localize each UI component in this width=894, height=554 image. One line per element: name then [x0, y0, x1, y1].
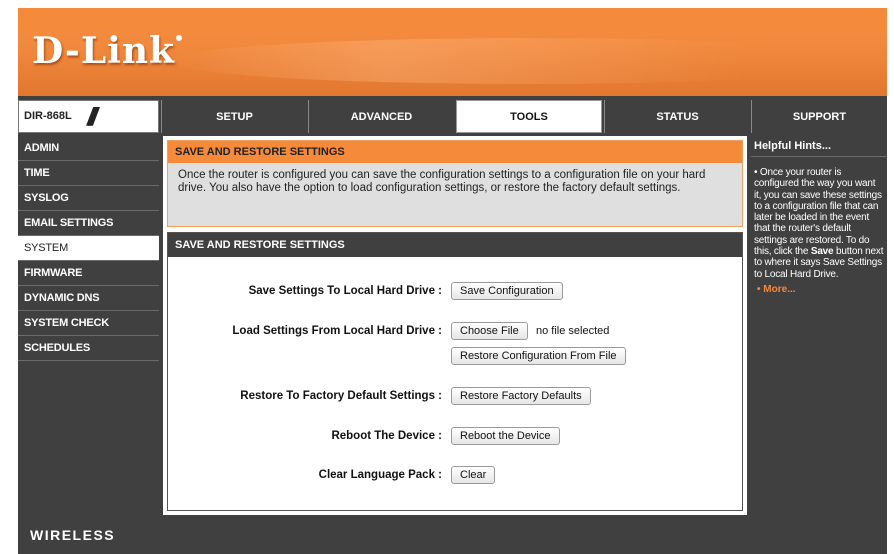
logo-dot — [175, 35, 182, 41]
hints-title: Helpful Hints... — [751, 136, 887, 157]
save-configuration-button[interactable]: Save Configuration — [451, 282, 563, 300]
tab-status[interactable]: STATUS — [604, 100, 750, 133]
sidebar-item-dynamic-dns[interactable]: DYNAMIC DNS — [18, 286, 159, 311]
info-panel: SAVE AND RESTORE SETTINGS Once the route… — [167, 140, 743, 227]
top-navigation: DIR-868L /// SETUP ADVANCED TOOLS STATUS… — [18, 100, 887, 133]
hints-more-link[interactable]: • More... — [751, 280, 887, 295]
more-bullet: • — [757, 283, 761, 295]
settings-panel: SAVE AND RESTORE SETTINGS Save Settings … — [167, 232, 743, 511]
footer: WIRELESS — [18, 517, 887, 554]
hints-save-word: Save — [810, 246, 834, 258]
file-status-text: no file selected — [536, 325, 610, 337]
more-label: More... — [763, 283, 796, 295]
reboot-label: Reboot The Device : — [331, 430, 442, 442]
tab-support[interactable]: SUPPORT — [751, 100, 887, 133]
load-settings-label: Load Settings From Local Hard Drive : — [232, 325, 442, 337]
header-banner: D-Link — [18, 8, 887, 96]
logo-text: D-Link — [32, 30, 175, 72]
slash-graphic: /// — [87, 103, 98, 131]
clear-language-pack-button[interactable]: Clear — [451, 466, 496, 484]
tab-setup[interactable]: SETUP — [161, 100, 307, 133]
tab-tools[interactable]: TOOLS — [456, 100, 602, 133]
clear-language-label: Clear Language Pack : — [318, 469, 442, 481]
wireless-brand: WIRELESS — [30, 527, 116, 543]
hints-text-before: Once your router is configured the way y… — [754, 167, 882, 258]
sidebar: ADMIN TIME SYSLOG EMAIL SETTINGS SYSTEM … — [18, 136, 159, 515]
info-description: Once the router is configured you can sa… — [178, 169, 706, 194]
sidebar-item-time[interactable]: TIME — [18, 161, 159, 186]
sidebar-item-email-settings[interactable]: EMAIL SETTINGS — [18, 211, 159, 236]
settings-title: SAVE AND RESTORE SETTINGS — [168, 233, 742, 257]
dlink-logo: D-Link — [32, 30, 182, 72]
choose-file-button[interactable]: Choose File — [451, 322, 528, 340]
sidebar-item-system[interactable]: SYSTEM — [18, 236, 159, 261]
restore-configuration-button[interactable]: Restore Configuration From File — [451, 347, 626, 365]
sidebar-item-system-check[interactable]: SYSTEM CHECK — [18, 311, 159, 336]
sidebar-item-firmware[interactable]: FIRMWARE — [18, 261, 159, 286]
factory-default-label: Restore To Factory Default Settings : — [240, 390, 442, 402]
sidebar-item-schedules[interactable]: SCHEDULES — [18, 336, 159, 361]
hints-body: • Once your router is configured the way… — [751, 157, 887, 280]
main-content: SAVE AND RESTORE SETTINGS Once the route… — [163, 136, 747, 515]
sidebar-item-syslog[interactable]: SYSLOG — [18, 186, 159, 211]
tab-advanced[interactable]: ADVANCED — [308, 100, 454, 133]
model-badge: DIR-868L /// — [18, 100, 159, 133]
model-label: DIR-868L — [24, 110, 72, 122]
router-admin-frame: D-Link DIR-868L /// SETUP ADVANCED TOOLS… — [18, 8, 887, 554]
hints-bullet: • — [754, 167, 758, 178]
sidebar-item-admin[interactable]: ADMIN — [18, 136, 159, 161]
reboot-device-button[interactable]: Reboot the Device — [451, 427, 560, 445]
info-title: SAVE AND RESTORE SETTINGS — [168, 141, 742, 163]
save-settings-label: Save Settings To Local Hard Drive : — [248, 285, 442, 297]
restore-factory-defaults-button[interactable]: Restore Factory Defaults — [451, 387, 591, 405]
helpful-hints-panel: Helpful Hints... • Once your router is c… — [751, 136, 887, 515]
